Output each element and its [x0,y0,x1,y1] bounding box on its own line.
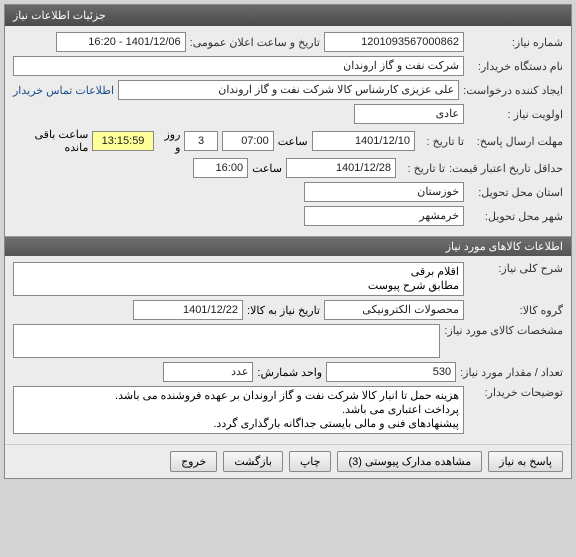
label-buyer-notes: توضیحات خریدار: [468,386,563,399]
label-hours-remain-text: ساعت باقی مانده [13,128,88,154]
field-general-desc: اقلام برقی مطابق شرح پیوست [13,262,464,296]
field-qty: 530 [326,362,456,382]
label-to-date-2: تا تاریخ : [400,162,445,175]
label-specs: مشخصات کالای مورد نیاز: [444,324,563,337]
attachments-button[interactable]: مشاهده مدارک پیوستی (3) [337,451,482,472]
field-hours-remain: 13:15:59 [92,131,153,151]
goods-section: شرح کلی نیاز: اقلام برقی مطابق شرح پیوست… [5,256,571,444]
buyer-contact-link[interactable]: اطلاعات تماس خریدار [13,84,114,97]
field-need-no: 1201093567000862 [324,32,464,52]
label-hour-1: ساعت [278,135,308,148]
window-title: جزئیات اطلاعات نیاز [13,9,106,22]
label-hour-2: ساعت [252,162,282,175]
field-public-date: 1401/12/06 - 16:20 [56,32,186,52]
label-group: گروه کالا: [468,304,563,317]
label-buyer-org: نام دستگاه خریدار: [468,60,563,73]
field-city: خرمشهر [304,206,464,226]
field-valid-to-date: 1401/12/28 [286,158,396,178]
field-reply-hour: 07:00 [222,131,274,151]
back-button[interactable]: بازگشت [223,451,283,472]
field-requester: علی عزیزی کارشناس کالا شرکت نفت و گاز ار… [118,80,459,100]
field-unit: عدد [163,362,253,382]
label-city: شهر محل تحویل: [468,210,563,223]
field-buyer-org: شرکت نفت و گاز اروندان [13,56,464,76]
field-priority: عادی [354,104,464,124]
print-button[interactable]: چاپ [289,451,332,472]
reply-button[interactable]: پاسخ به نیاز [488,451,563,472]
field-need-date: 1401/12/22 [133,300,243,320]
field-group: محصولات الکترونیکی [324,300,464,320]
field-valid-hour: 16:00 [193,158,248,178]
footer-toolbar: پاسخ به نیاز مشاهده مدارک پیوستی (3) چاپ… [5,444,571,478]
need-details-window: جزئیات اطلاعات نیاز شماره نیاز: 12010935… [4,4,572,479]
label-reply-deadline: مهلت ارسال پاسخ: [468,135,563,148]
field-province: خوزستان [304,182,464,202]
label-qty: تعداد / مقدار مورد نیاز: [460,366,563,379]
exit-button[interactable]: خروج [170,451,217,472]
label-public-date: تاریخ و ساعت اعلان عمومی: [190,36,320,49]
label-unit: واحد شمارش: [257,366,322,379]
label-need-date: تاریخ نیاز به کالا: [247,304,320,317]
label-requester: ایجاد کننده درخواست: [463,84,563,97]
window-titlebar: جزئیات اطلاعات نیاز [5,5,571,26]
label-need-no: شماره نیاز: [468,36,563,49]
label-province: استان محل تحویل: [468,186,563,199]
label-to-date-1: تا تاریخ : [419,135,464,148]
label-days-and: روز و [158,128,181,154]
field-specs [13,324,440,358]
label-priority: اولویت نیاز : [468,108,563,121]
field-buyer-notes: هزینه حمل تا انبار کالا شرکت نفت و گاز ا… [13,386,464,434]
goods-section-header: اطلاعات کالاهای مورد نیاز [5,236,571,256]
label-valid-min: حداقل تاریخ اعتبار قیمت: [449,162,563,175]
field-days-remain: 3 [184,131,217,151]
label-general-desc: شرح کلی نیاز: [468,262,563,275]
field-reply-to-date: 1401/12/10 [312,131,415,151]
need-info-section: شماره نیاز: 1201093567000862 تاریخ و ساع… [5,26,571,236]
